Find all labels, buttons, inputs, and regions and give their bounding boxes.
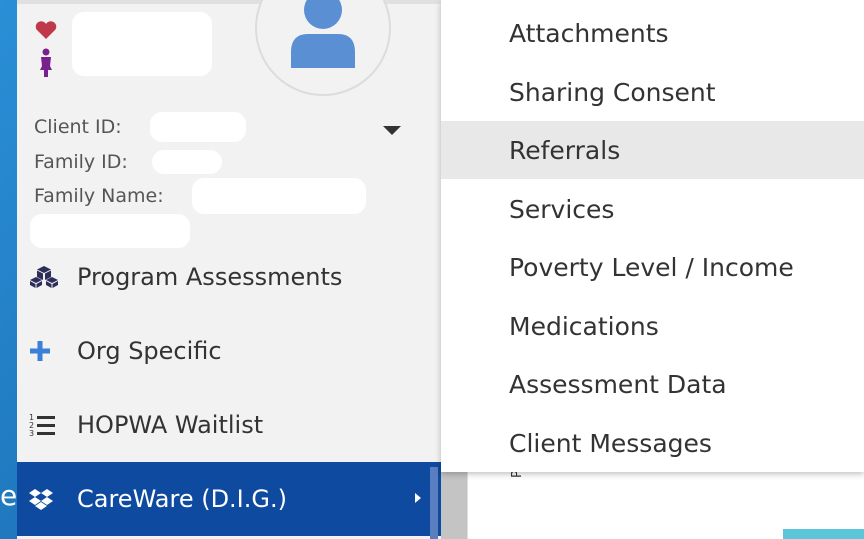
person-icon (40, 48, 52, 77)
redacted-family-name (192, 178, 366, 214)
sidebar-item-label: Org Specific (77, 337, 222, 365)
family-name-label: Family Name: (34, 185, 164, 207)
careware-submenu: Attachments Sharing Consent Referrals Se… (441, 0, 864, 472)
chevron-right-icon (415, 493, 421, 503)
cubes-icon (29, 263, 63, 291)
sidebar-item-label: Program Assessments (77, 263, 343, 291)
submenu-item-sharing-consent[interactable]: Sharing Consent (441, 63, 864, 121)
submenu-item-assessment-data[interactable]: Assessment Data (441, 355, 864, 413)
content-card (467, 470, 780, 539)
redacted-family-id (152, 150, 222, 174)
submenu-item-medications[interactable]: Medications (441, 297, 864, 355)
content-teal-strip (783, 470, 864, 539)
sidebar-item-label: HOPWA Waitlist (77, 411, 264, 439)
submenu-item-services[interactable]: Services (441, 180, 864, 238)
family-id-label: Family ID: (34, 151, 128, 173)
submenu-item-client-messages[interactable]: Client Messages (441, 414, 864, 472)
submenu-item-poverty-level-income[interactable]: Poverty Level / Income (441, 238, 864, 296)
numbered-list-icon: 1 2 3 (29, 411, 63, 439)
submenu-item-referrals[interactable]: Referrals (441, 121, 864, 179)
plus-icon (29, 337, 63, 365)
redacted-client-name (72, 12, 212, 76)
client-id-label: Client ID: (34, 116, 122, 138)
active-item-accent (430, 467, 438, 539)
dropbox-icon (29, 485, 63, 513)
sidebar-item-careware[interactable]: CareWare (D.I.G.) (17, 462, 441, 536)
caret-down-icon[interactable] (383, 126, 401, 135)
background-edge-letter: e (0, 479, 16, 512)
svg-text:3: 3 (29, 429, 34, 438)
sidebar-item-hopwa-waitlist[interactable]: 1 2 3 HOPWA Waitlist (17, 388, 441, 462)
content-gray-column (441, 470, 467, 539)
sidebar-item-org-specific[interactable]: Org Specific (17, 314, 441, 388)
sidebar-item-program-assessments[interactable]: Program Assessments (17, 240, 441, 314)
redacted-client-id (150, 112, 246, 142)
avatar-icon (291, 0, 355, 68)
submenu-item-attachments[interactable]: Attachments (441, 4, 864, 62)
heart-icon (35, 21, 57, 39)
sidebar-item-label: CareWare (D.I.G.) (77, 485, 287, 513)
